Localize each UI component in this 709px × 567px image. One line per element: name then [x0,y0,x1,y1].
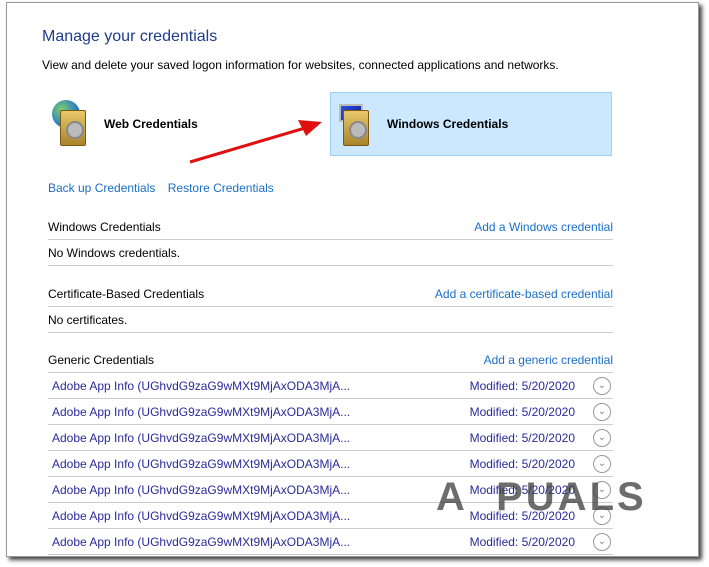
credential-name: Adobe App Info (UGhvdG9zaG9wMXt9MjAxODA3… [52,534,351,549]
windows-credentials-section: Windows Credentials Add a Windows credent… [48,214,613,266]
expand-chevron-icon[interactable]: ⌄ [593,402,611,421]
section-title: Generic Credentials [48,352,155,367]
modified-date: Modified: 5/20/2020 [469,534,575,549]
credential-row[interactable]: Adobe App Info (UGhvdG9zaG9wMXt9MjAxODA3… [48,373,613,399]
backup-credentials-link[interactable]: Back up Credentials [48,181,155,195]
add-certificate-credential-link[interactable]: Add a certificate-based credential [435,287,613,301]
modified-date: Modified: 5/20/2020 [469,404,575,419]
credential-row[interactable]: Adobe App Info (UGhvdG9zaG9wMXt9MjAxODA3… [48,425,613,451]
credential-row[interactable]: Adobe App Info (UGhvdG9zaG9wMXt9MjAxODA3… [48,399,613,425]
credential-name: Adobe App Info (UGhvdG9zaG9wMXt9MjAxODA3… [52,378,351,393]
credential-name: Adobe App Info (UGhvdG9zaG9wMXt9MjAxODA3… [52,508,351,523]
certificate-credentials-section: Certificate-Based Credentials Add a certi… [48,281,613,333]
appuals-watermark: A PUALS [436,475,647,519]
credential-name: Adobe App Info (UGhvdG9zaG9wMXt9MjAxODA3… [52,404,351,419]
modified-date: Modified: 5/20/2020 [469,378,575,393]
empty-message: No Windows credentials. [48,240,613,266]
expand-chevron-icon[interactable]: ⌄ [593,376,611,395]
generic-credentials-section: Generic Credentials Add a generic credent… [48,347,613,555]
credential-name: Adobe App Info (UGhvdG9zaG9wMXt9MjAxODA3… [52,456,351,471]
expand-chevron-icon[interactable]: ⌄ [593,532,611,551]
credential-name: Adobe App Info (UGhvdG9zaG9wMXt9MjAxODA3… [52,430,351,445]
credential-name: Adobe App Info (UGhvdG9zaG9wMXt9MjAxODA3… [52,482,351,497]
credential-row[interactable]: Adobe App Info (UGhvdG9zaG9wMXt9MjAxODA3… [48,451,613,477]
section-title: Windows Credentials [48,219,161,234]
modified-date: Modified: 5/20/2020 [469,456,575,471]
add-windows-credential-link[interactable]: Add a Windows credential [474,220,613,234]
section-title: Certificate-Based Credentials [48,286,205,301]
empty-message: No certificates. [48,307,613,333]
add-generic-credential-link[interactable]: Add a generic credential [484,353,613,367]
expand-chevron-icon[interactable]: ⌄ [593,454,611,473]
expand-chevron-icon[interactable]: ⌄ [593,428,611,447]
credential-row[interactable]: Adobe App Info (UGhvdG9zaG9wMXt9MjAxODA3… [48,529,613,555]
modified-date: Modified: 5/20/2020 [469,430,575,445]
restore-credentials-link[interactable]: Restore Credentials [168,181,274,195]
